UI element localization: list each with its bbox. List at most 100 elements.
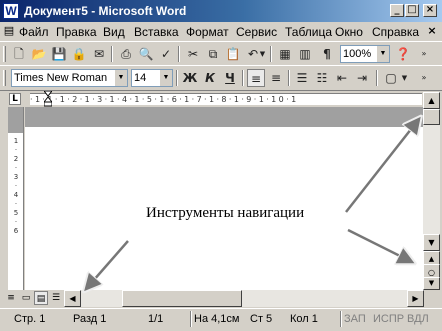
scroll-up-icon[interactable]: ▲ — [423, 92, 440, 109]
print-layout-icon[interactable]: ▤ — [34, 291, 48, 305]
toolbar-grip[interactable] — [3, 46, 6, 62]
permission-icon[interactable]: 🔒 — [70, 45, 88, 63]
close-document-icon[interactable]: × — [425, 24, 439, 38]
window-title: Документ5 - Microsoft Word — [24, 4, 187, 18]
separator — [178, 46, 180, 62]
open-folder-icon[interactable]: 📂 — [30, 45, 48, 63]
horizontal-ruler-row: L ·1·1·1·2·1·3·1·4·1·5·1·6·1·7·1·8·1·9·1… — [0, 91, 442, 107]
print-icon[interactable]: ⎙ — [117, 45, 135, 63]
vertical-scrollbar[interactable]: ▲ ▼ ▲ ○ ▼ — [423, 92, 440, 290]
status-bar: Стр. 1 Разд 1 1/1 На 4,1см Ст 5 Кол 1 ЗА… — [0, 308, 442, 331]
menu-insert[interactable]: Вставка — [134, 25, 179, 39]
horizontal-ruler[interactable]: ·1·1·1·2·1·3·1·4·1·5·1·6·1·7·1·8·1·9·1·1… — [30, 93, 422, 105]
separator — [270, 46, 272, 62]
increase-indent-icon[interactable]: ⇥ — [353, 69, 371, 87]
cut-icon[interactable]: ✂ — [184, 45, 202, 63]
email-icon[interactable]: ✉ — [90, 45, 108, 63]
document-menu-icon[interactable]: ▤ — [2, 24, 16, 38]
page-top-gray — [25, 107, 423, 127]
bold-button[interactable]: Ж — [181, 69, 199, 87]
scroll-down-icon[interactable]: ▼ — [423, 234, 440, 251]
print-preview-icon[interactable]: 🔍 — [137, 45, 155, 63]
toolbar-options-icon[interactable]: » — [418, 69, 430, 87]
align-left-icon[interactable]: ≡ — [247, 69, 265, 87]
next-page-icon[interactable]: ▼ — [423, 277, 440, 290]
chevron-down-icon[interactable]: ▼ — [114, 70, 127, 86]
minimize-button[interactable]: _ — [390, 4, 404, 17]
separator — [242, 70, 244, 86]
menu-table[interactable]: Таблица — [285, 25, 332, 39]
underline-button[interactable]: Ч — [221, 69, 239, 87]
toolbar-options-icon[interactable]: » — [418, 45, 430, 63]
undo-dropdown-icon[interactable]: ▼ — [258, 45, 267, 63]
save-icon[interactable]: 💾 — [50, 45, 68, 63]
normal-view-icon[interactable]: ≡ — [4, 291, 18, 305]
separator — [190, 311, 192, 327]
zoom-value: 100% — [343, 48, 372, 60]
view-and-scroll-row: ≡ ▭ ▤ ☰ ◀ ▶ — [0, 290, 442, 307]
copy-icon[interactable]: ⧉ — [204, 45, 222, 63]
ruler-numbers: ·1·1·1·2·1·3·1·4·1·5·1·6·1·7·1·8·1·9·1·1… — [30, 95, 299, 104]
formatting-toolbar: Times New Roman ▼ 14 ▼ Ж К Ч ≡ ≡ ☰ ☷ ⇤ ⇥… — [0, 65, 442, 91]
standard-toolbar: 🗋 📂 💾 🔒 ✉ ⎙ 🔍 ✓ ✂ ⧉ 📋 ↶ ▼ ▦ ▥ ¶ 100% ▼ ❓… — [0, 41, 442, 67]
maximize-button[interactable]: □ — [405, 4, 419, 17]
zoom-select[interactable]: 100% ▼ — [340, 45, 390, 63]
status-mode-ext[interactable]: ВДЛ — [407, 313, 429, 325]
horizontal-scroll-thumb[interactable] — [122, 290, 242, 307]
toolbar-grip[interactable] — [3, 70, 6, 86]
table-icon[interactable]: ▦ — [276, 45, 294, 63]
numbering-icon[interactable]: ☰ — [293, 69, 311, 87]
horizontal-scrollbar[interactable]: ◀ ▶ — [64, 290, 424, 307]
vertical-scroll-thumb[interactable] — [423, 109, 440, 125]
bullets-icon[interactable]: ☷ — [313, 69, 331, 87]
scroll-left-icon[interactable]: ◀ — [64, 290, 81, 307]
align-center-icon[interactable]: ≡ — [267, 69, 285, 87]
font-size-select[interactable]: 14 ▼ — [131, 69, 173, 87]
status-section: Разд 1 — [73, 313, 107, 325]
separator — [288, 70, 290, 86]
tab-selector[interactable]: L — [9, 93, 21, 105]
menu-file[interactable]: Файл — [19, 25, 49, 39]
web-view-icon[interactable]: ▭ — [19, 291, 33, 305]
font-name-select[interactable]: Times New Roman ▼ — [11, 69, 128, 87]
vertical-ruler-marks: 1 · 2 · 3 · 4 · 5 · 6 — [13, 137, 19, 235]
status-line: Ст 5 — [250, 313, 273, 325]
borders-icon[interactable]: ▢ — [382, 69, 400, 87]
menu-help[interactable]: Справка — [372, 25, 419, 39]
menu-format[interactable]: Формат — [186, 25, 229, 39]
show-formatting-icon[interactable]: ¶ — [318, 45, 336, 63]
italic-button[interactable]: К — [201, 69, 219, 87]
chevron-down-icon[interactable]: ▼ — [400, 69, 409, 87]
outline-view-icon[interactable]: ☰ — [49, 291, 63, 305]
vertical-ruler[interactable]: 1 · 2 · 3 · 4 · 5 · 6 — [8, 107, 24, 290]
menu-tools[interactable]: Сервис — [236, 25, 277, 39]
separator — [111, 46, 113, 62]
menu-window[interactable]: Окно — [335, 25, 363, 39]
status-page: Стр. 1 — [14, 313, 46, 325]
spelling-icon[interactable]: ✓ — [157, 45, 175, 63]
help-icon[interactable]: ❓ — [394, 45, 412, 63]
word-app-icon[interactable]: W — [3, 3, 19, 19]
annotation-label: Инструменты навигации — [146, 205, 305, 221]
title-bar[interactable]: W Документ5 - Microsoft Word _ □ × — [0, 0, 442, 22]
separator — [376, 70, 378, 86]
chevron-down-icon[interactable]: ▼ — [159, 70, 172, 86]
scroll-right-icon[interactable]: ▶ — [407, 290, 424, 307]
decrease-indent-icon[interactable]: ⇤ — [333, 69, 351, 87]
status-mode-track[interactable]: ИСПР — [373, 313, 404, 325]
close-button[interactable]: × — [423, 4, 437, 17]
menu-view[interactable]: Вид — [103, 25, 125, 39]
chevron-down-icon[interactable]: ▼ — [376, 46, 389, 62]
menu-bar: ▤ Файл Правка Вид Вставка Формат Сервис … — [0, 22, 442, 41]
indent-marker-icon[interactable] — [44, 91, 52, 107]
paste-icon[interactable]: 📋 — [224, 45, 242, 63]
menu-edit[interactable]: Правка — [56, 25, 97, 39]
columns-icon[interactable]: ▥ — [296, 45, 314, 63]
status-position: На 4,1см — [194, 313, 240, 325]
status-mode-rec[interactable]: ЗАП — [344, 313, 366, 325]
status-column: Кол 1 — [290, 313, 318, 325]
separator — [340, 311, 342, 327]
new-document-icon[interactable]: 🗋 — [10, 45, 28, 63]
document-canvas[interactable]: Инструменты навигации — [25, 107, 423, 290]
separator — [176, 70, 178, 86]
